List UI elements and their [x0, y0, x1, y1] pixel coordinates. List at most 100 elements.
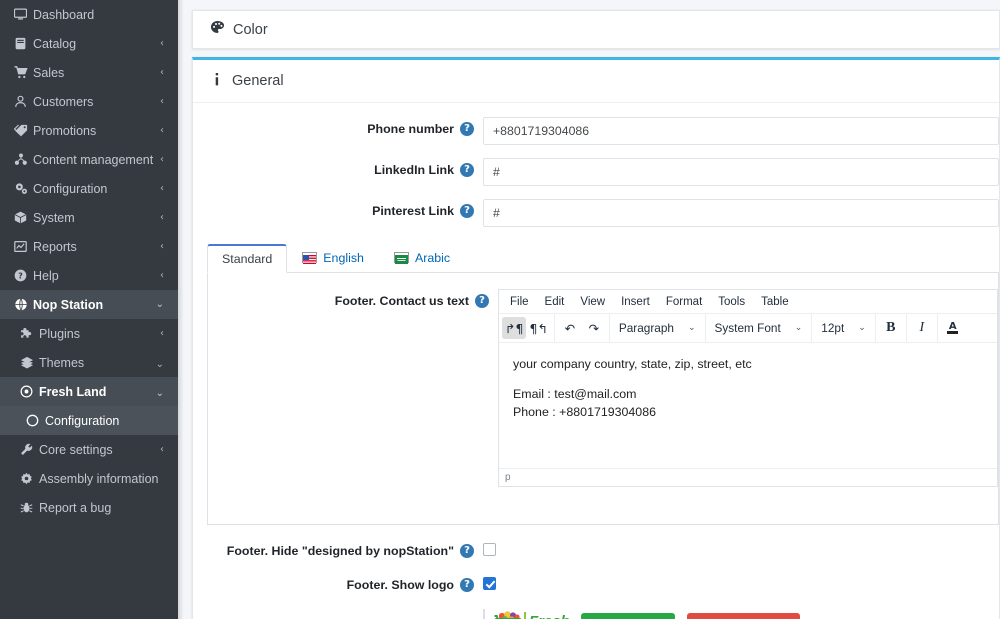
- chevron-down-icon: ⌄: [858, 323, 866, 333]
- footer-logo-control: Fresh Land Upload a file Remove picture: [483, 607, 999, 619]
- sidebar-item-label: Report a bug: [39, 501, 168, 515]
- palette-icon: [210, 20, 225, 39]
- sidebar-item-catalog[interactable]: Catalog ‹: [0, 29, 178, 58]
- phone-number-input[interactable]: [483, 117, 999, 145]
- sidebar-item-fresh-land-configuration[interactable]: Configuration: [0, 406, 178, 435]
- sidebar-item-label: Themes: [39, 356, 168, 370]
- globe-icon: [14, 298, 33, 311]
- form-row-linkedin-link: LinkedIn Link ?: [193, 158, 999, 186]
- editor-menu-tools[interactable]: Tools: [711, 294, 752, 310]
- help-icon[interactable]: ?: [475, 294, 489, 308]
- undo-icon[interactable]: ↶: [558, 317, 582, 339]
- pinterest-link-input[interactable]: [483, 199, 999, 227]
- fresh-land-logo-icon: Fresh Land: [483, 607, 569, 619]
- hide-designed-by-control: [483, 539, 999, 559]
- editor-menu-edit[interactable]: Edit: [538, 294, 572, 310]
- color-panel: Color: [192, 10, 1000, 49]
- sidebar-item-label: Catalog: [33, 37, 168, 51]
- editor-menu-file[interactable]: File: [503, 294, 536, 310]
- font-family-value: System Font: [715, 321, 781, 335]
- user-icon: [14, 95, 33, 108]
- help-icon[interactable]: ?: [460, 544, 474, 558]
- editor-textcolor-group: A: [938, 314, 968, 342]
- help-icon[interactable]: ?: [460, 578, 474, 592]
- editor-menu-insert[interactable]: Insert: [614, 294, 657, 310]
- rtl-direction-button[interactable]: ¶↰: [526, 317, 550, 339]
- sidebar-item-core-settings[interactable]: Core settings ‹: [0, 435, 178, 464]
- chevron-down-icon: ⌄: [795, 323, 803, 333]
- sidebar-item-label: Configuration: [33, 182, 168, 196]
- font-family-select[interactable]: System Font ⌄: [709, 317, 809, 339]
- sidebar-item-label: Reports: [33, 240, 168, 254]
- remove-picture-button[interactable]: Remove picture: [687, 613, 799, 619]
- cogs-icon: [14, 182, 33, 195]
- sidebar-item-content-management[interactable]: Content management ‹: [0, 145, 178, 174]
- sidebar-item-label: System: [33, 211, 168, 225]
- editor-italic-group: I: [907, 314, 938, 342]
- editor-direction-group: ↱¶ ¶↰: [499, 314, 555, 342]
- ltr-direction-button[interactable]: ↱¶: [502, 317, 526, 339]
- content-shadow: [178, 0, 184, 619]
- chevron-down-icon: ⌄: [688, 323, 696, 333]
- hide-designed-by-label: Footer. Hide "designed by nopStation": [227, 542, 454, 560]
- sidebar-item-dashboard[interactable]: Dashboard: [0, 0, 178, 29]
- upload-a-file-button[interactable]: Upload a file: [581, 613, 675, 619]
- chevron-down-icon: ⌄: [156, 300, 164, 310]
- tab-arabic[interactable]: Arabic: [379, 243, 465, 272]
- tab-english[interactable]: English: [287, 243, 379, 272]
- sidebar-item-customers[interactable]: Customers ‹: [0, 87, 178, 116]
- block-format-select[interactable]: Paragraph ⌄: [613, 317, 702, 339]
- editor-menu-view[interactable]: View: [573, 294, 612, 310]
- font-size-select[interactable]: 12pt ⌄: [815, 317, 872, 339]
- form-row-hide-designed-by: Footer. Hide "designed by nopStation" ?: [193, 539, 999, 560]
- chevron-left-icon: ‹: [160, 155, 164, 165]
- locale-tabs-wrap: Standard English Arabic: [193, 243, 999, 525]
- editor-menu-format[interactable]: Format: [659, 294, 709, 310]
- sitemap-icon: [14, 153, 33, 166]
- editor-menu-table[interactable]: Table: [754, 294, 796, 310]
- text-color-button[interactable]: A: [941, 317, 965, 339]
- phone-number-control: [483, 117, 999, 145]
- chevron-left-icon: ‹: [160, 445, 164, 455]
- locale-tabs: Standard English Arabic: [207, 243, 999, 273]
- form-row-show-logo: Footer. Show logo ?: [193, 573, 999, 594]
- sidebar-item-promotions[interactable]: Promotions ‹: [0, 116, 178, 145]
- chevron-left-icon: ‹: [160, 329, 164, 339]
- linkedin-link-input[interactable]: [483, 158, 999, 186]
- sidebar-item-assembly-information[interactable]: Assembly information: [0, 464, 178, 493]
- contact-us-text-label-wrap: Footer. Contact us text ?: [208, 289, 498, 310]
- hide-designed-by-label-wrap: Footer. Hide "designed by nopStation" ?: [193, 539, 483, 560]
- tab-standard[interactable]: Standard: [207, 244, 287, 273]
- help-icon[interactable]: ?: [460, 204, 474, 218]
- sidebar-item-reports[interactable]: Reports ‹: [0, 232, 178, 261]
- editor-fontsize-group: 12pt ⌄: [812, 314, 876, 342]
- sidebar-item-nop-station[interactable]: Nop Station ⌄: [0, 290, 178, 319]
- layers-icon: [20, 356, 39, 369]
- sidebar-item-label: Configuration: [45, 414, 168, 428]
- sidebar-item-configuration[interactable]: Configuration ‹: [0, 174, 178, 203]
- redo-icon[interactable]: ↷: [582, 317, 606, 339]
- sidebar-item-fresh-land[interactable]: Fresh Land ⌄: [0, 377, 178, 406]
- svg-text:?: ?: [18, 271, 23, 281]
- editor-paragraph-1: your company country, state, zip, street…: [513, 355, 983, 373]
- help-icon[interactable]: ?: [460, 163, 474, 177]
- sidebar-item-system[interactable]: System ‹: [0, 203, 178, 232]
- sidebar-item-help[interactable]: ? Help ‹: [0, 261, 178, 290]
- show-logo-checkbox[interactable]: [483, 577, 496, 590]
- sidebar-item-report-a-bug[interactable]: Report a bug: [0, 493, 178, 522]
- puzzle-icon: [20, 327, 39, 340]
- italic-button[interactable]: I: [910, 317, 934, 339]
- rich-text-editor[interactable]: File Edit View Insert Format Tools Table: [498, 289, 998, 487]
- sidebar-item-sales[interactable]: Sales ‹: [0, 58, 178, 87]
- sidebar-item-themes[interactable]: Themes ⌄: [0, 348, 178, 377]
- color-panel-header: Color: [193, 11, 285, 48]
- help-icon[interactable]: ?: [460, 122, 474, 136]
- editor-statusbar: p: [499, 468, 997, 486]
- bold-button[interactable]: B: [879, 317, 903, 339]
- sidebar-item-plugins[interactable]: Plugins ‹: [0, 319, 178, 348]
- linkedin-link-label: LinkedIn Link: [374, 161, 454, 179]
- editor-content[interactable]: your company country, state, zip, street…: [499, 343, 997, 468]
- logo-preview-box: Fresh Land Upload a file Remove picture: [483, 607, 999, 619]
- hide-designed-by-checkbox[interactable]: [483, 543, 496, 556]
- circle-icon: [26, 414, 45, 427]
